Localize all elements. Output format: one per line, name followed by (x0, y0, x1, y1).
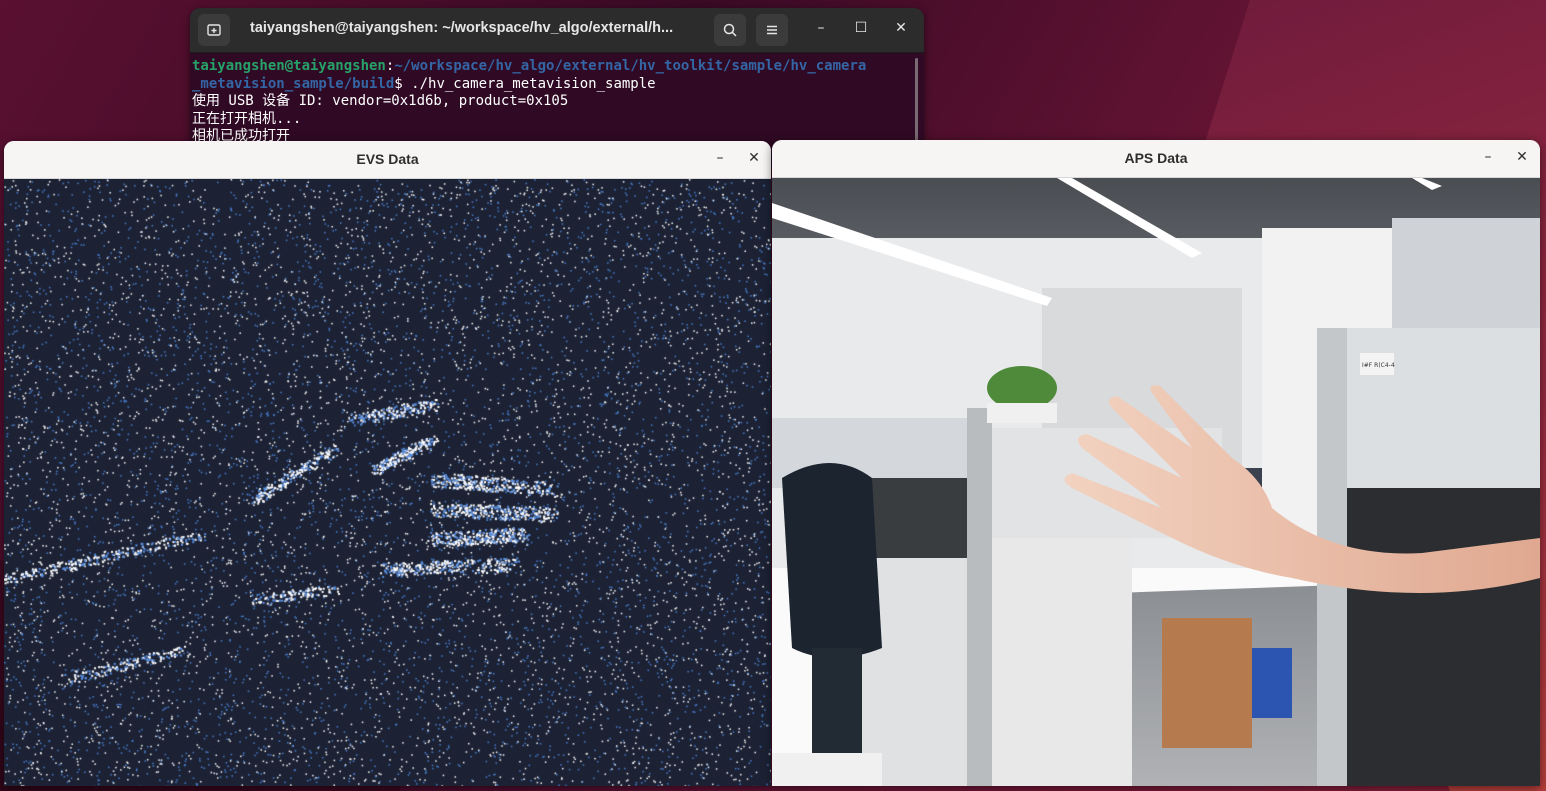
aps-close-button[interactable]: ✕ (1513, 149, 1531, 165)
command-text: ./hv_camera_metavision_sample (411, 75, 656, 92)
evs-minimize-button[interactable]: – (711, 150, 729, 166)
search-icon (723, 23, 737, 37)
search-button[interactable] (714, 14, 746, 46)
evs-close-button[interactable]: ✕ (745, 150, 763, 166)
evs-event-image (4, 179, 771, 786)
new-tab-button[interactable] (198, 14, 230, 46)
menu-button[interactable] (756, 14, 788, 46)
aps-minimize-button[interactable]: – (1479, 149, 1497, 165)
output-line: 正在打开相机... (192, 110, 302, 127)
output-line: 使用 USB 设备 ID: vendor=0x1d6b, product=0x1… (192, 93, 569, 109)
evs-window-title: EVS Data (356, 151, 419, 167)
prompt-user: taiyangshen@taiyangshen (192, 58, 386, 74)
evs-titlebar[interactable]: EVS Data – ✕ (4, 141, 771, 179)
aps-titlebar[interactable]: APS Data – ✕ (772, 140, 1540, 178)
terminal-titlebar[interactable]: taiyangshen@taiyangshen: ~/workspace/hv_… (190, 8, 924, 53)
aps-camera-image: I#F R(C4-4 (772, 178, 1540, 786)
minimize-button[interactable]: – (811, 20, 831, 36)
prompt-dollar: $ (394, 75, 412, 92)
maximize-button[interactable]: ☐ (851, 20, 871, 36)
close-button[interactable]: ✕ (891, 20, 911, 36)
new-tab-icon (207, 24, 221, 36)
office-scene-image: I#F R(C4-4 (772, 178, 1540, 786)
prompt-path: ~/workspace/hv_algo/external/hv_toolkit/… (394, 58, 867, 74)
terminal-output[interactable]: taiyangshen@taiyangshen:~/workspace/hv_a… (190, 53, 924, 146)
aps-window-title: APS Data (1124, 150, 1188, 166)
terminal-title: taiyangshen@taiyangshen: ~/workspace/hv_… (250, 20, 674, 36)
aps-data-window[interactable]: APS Data – ✕ I#F R(C4-4 (772, 140, 1540, 786)
prompt-path-continued: _metavision_sample/build (192, 75, 395, 92)
hamburger-menu-icon (767, 25, 777, 35)
cubicle-label: I#F R(C4-4 (1362, 362, 1395, 369)
evs-data-window[interactable]: EVS Data – ✕ (4, 141, 771, 786)
